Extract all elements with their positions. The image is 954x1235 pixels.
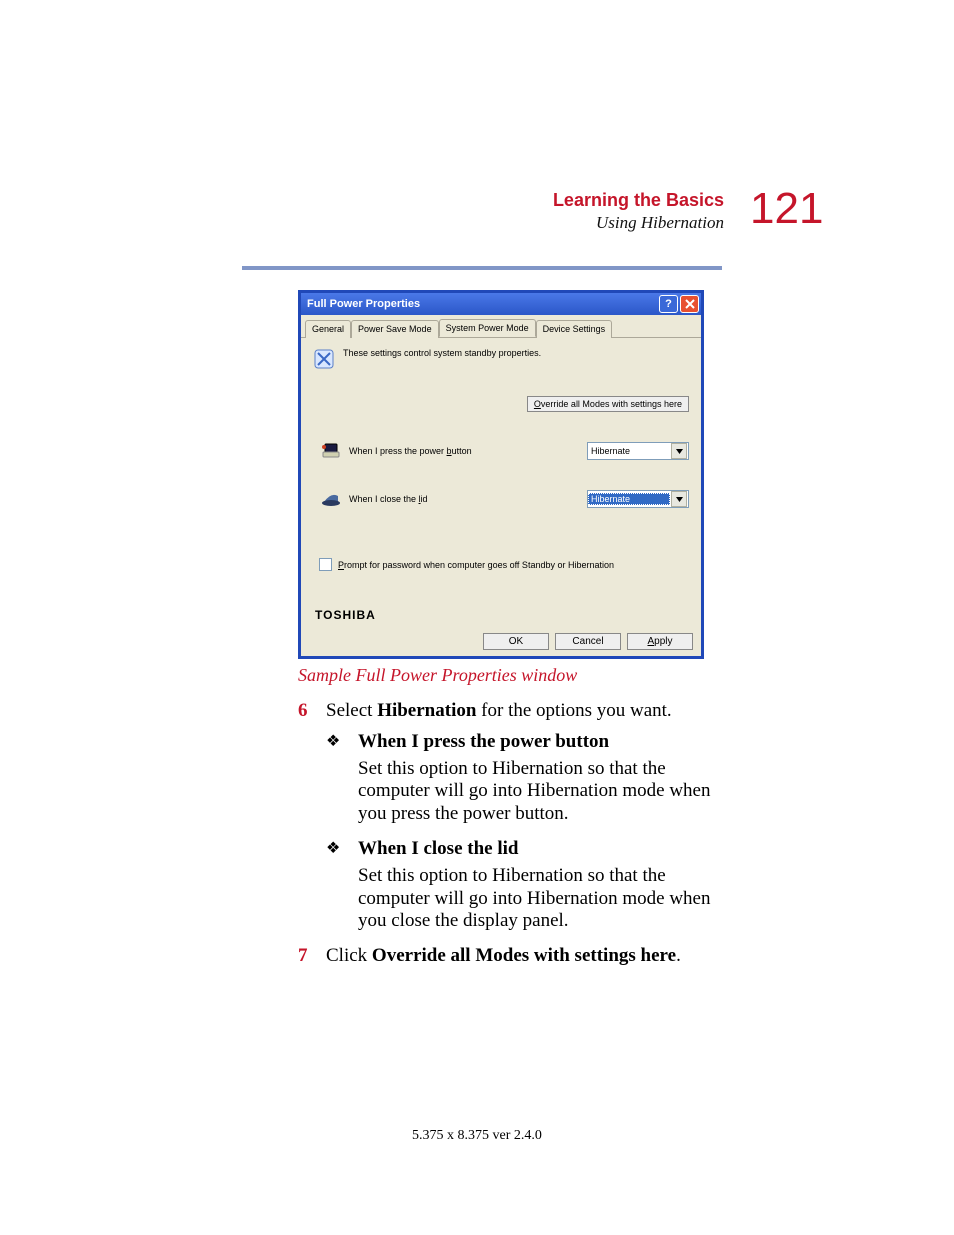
instruction-text: 6 Select Hibernation for the options you… [298, 700, 724, 976]
power-button-dropdown-value: Hibernate [588, 445, 670, 457]
page-number: 121 [726, 184, 823, 234]
bullet-1-description: Set this option to Hibernation so that t… [358, 758, 724, 826]
close-lid-dropdown-value: Hibernate [588, 493, 670, 505]
override-button[interactable]: Override all Modes with settings here [527, 396, 689, 412]
chevron-down-icon [671, 491, 687, 507]
password-prompt-label: Prompt for password when computer goes o… [338, 560, 614, 570]
step-number-6: 6 [298, 700, 326, 723]
tab-general[interactable]: General [305, 320, 351, 338]
chevron-down-icon [671, 443, 687, 459]
tab-panel: These settings control system standby pr… [301, 338, 701, 579]
info-icon [313, 348, 335, 370]
figure-caption: Sample Full Power Properties window [298, 665, 577, 686]
chapter-title: Learning the Basics [553, 190, 724, 211]
tab-row: General Power Save Mode System Power Mod… [301, 315, 701, 338]
tab-power-save-mode[interactable]: Power Save Mode [351, 320, 439, 338]
ok-button[interactable]: OK [483, 633, 549, 650]
diamond-bullet-icon: ❖ [326, 731, 358, 754]
tab-device-settings[interactable]: Device Settings [536, 320, 613, 338]
step-6-text: Select Hibernation for the options you w… [326, 700, 724, 723]
step-7-text: Click Override all Modes with settings h… [326, 945, 724, 968]
brand-logo: TOSHIBA [315, 608, 376, 622]
tab-system-power-mode[interactable]: System Power Mode [439, 319, 536, 337]
password-prompt-checkbox[interactable] [319, 558, 332, 571]
titlebar: Full Power Properties ? [301, 293, 701, 315]
panel-description: These settings control system standby pr… [343, 348, 541, 358]
help-button[interactable]: ? [659, 295, 678, 313]
power-button-icon [321, 442, 341, 460]
header-rule [242, 266, 722, 270]
window-title: Full Power Properties [307, 298, 420, 310]
close-button[interactable] [680, 295, 699, 313]
power-button-dropdown[interactable]: Hibernate [587, 442, 689, 460]
section-subtitle: Using Hibernation [553, 213, 724, 233]
bullet-1-title: When I press the power button [358, 731, 609, 754]
bullet-2-description: Set this option to Hibernation so that t… [358, 865, 724, 933]
laptop-lid-icon [321, 490, 341, 508]
diamond-bullet-icon: ❖ [326, 838, 358, 861]
apply-button[interactable]: Apply [627, 633, 693, 650]
step-number-7: 7 [298, 945, 326, 968]
power-button-label: When I press the power button [349, 446, 587, 456]
page-footer: 5.375 x 8.375 ver 2.4.0 [0, 1128, 954, 1144]
cancel-button[interactable]: Cancel [555, 633, 621, 650]
dialog-window: Full Power Properties ? General Power Sa… [298, 290, 704, 659]
bullet-2-title: When I close the lid [358, 838, 518, 861]
close-lid-label: When I close the lid [349, 494, 587, 504]
close-lid-dropdown[interactable]: Hibernate [587, 490, 689, 508]
